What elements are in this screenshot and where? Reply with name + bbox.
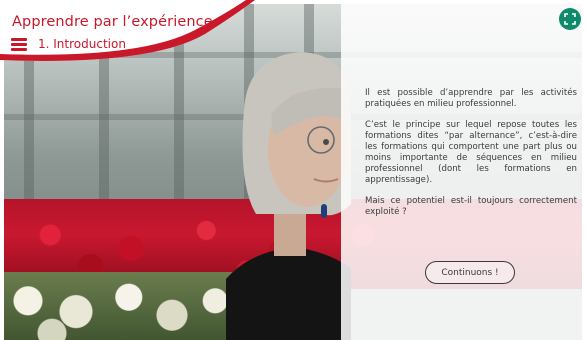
paragraph-3: Mais ce potentiel est-il toujours correc… bbox=[365, 196, 577, 217]
page-title: Apprendre par l’expérience bbox=[12, 14, 213, 30]
white-flowers bbox=[4, 272, 244, 340]
continue-button[interactable]: Continuons ! bbox=[425, 261, 515, 284]
intro-text: Il est possible d’apprendre par les acti… bbox=[365, 88, 577, 228]
paragraph-1: Il est possible d’apprendre par les acti… bbox=[365, 88, 577, 109]
person-portrait bbox=[226, 52, 351, 340]
hamburger-menu-icon[interactable] bbox=[11, 38, 27, 51]
fullscreen-icon bbox=[564, 13, 576, 25]
paragraph-2: C’est le principe sur lequel repose tout… bbox=[365, 120, 577, 185]
fullscreen-button[interactable] bbox=[559, 8, 581, 30]
section-title: 1. Introduction bbox=[38, 37, 126, 51]
